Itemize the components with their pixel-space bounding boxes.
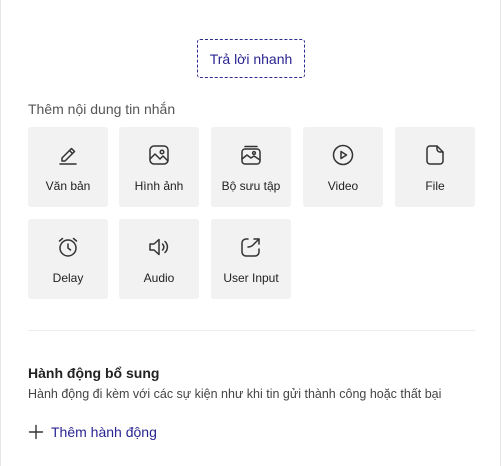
- tile-video[interactable]: Video: [303, 127, 383, 207]
- pencil-icon: [56, 143, 80, 167]
- content-section-label: Thêm nội dung tin nhắn: [28, 101, 176, 117]
- tile-label: User Input: [223, 271, 279, 285]
- tile-label: Audio: [143, 271, 175, 285]
- tile-label: Bộ sưu tập: [221, 179, 281, 193]
- tile-delay[interactable]: Delay: [28, 219, 108, 299]
- tile-label: Văn bản: [45, 179, 91, 193]
- add-action-button[interactable]: Thêm hành động: [28, 422, 157, 442]
- section-divider: [28, 330, 475, 331]
- tile-gallery[interactable]: Bộ sưu tập: [211, 127, 291, 207]
- plus-icon: [28, 424, 44, 440]
- alarm-clock-icon: [56, 235, 80, 259]
- image-icon: [147, 143, 171, 167]
- tile-label: Delay: [52, 271, 84, 285]
- video-play-icon: [331, 143, 355, 167]
- tile-user-input[interactable]: User Input: [211, 219, 291, 299]
- tile-image[interactable]: Hình ảnh: [119, 127, 199, 207]
- tile-label: Video: [327, 179, 359, 193]
- file-icon: [423, 143, 447, 167]
- tile-audio[interactable]: Audio: [119, 219, 199, 299]
- extra-actions-description: Hành động đi kèm với các sự kiện như khi…: [28, 387, 442, 401]
- panel-frame: Trả lời nhanh Thêm nội dung tin nhắn Văn…: [0, 0, 501, 466]
- tile-label: Hình ảnh: [134, 179, 184, 193]
- extra-actions-title: Hành động bổ sung: [28, 365, 160, 381]
- tile-file[interactable]: File: [395, 127, 475, 207]
- tile-label: File: [425, 179, 445, 193]
- gallery-icon: [239, 143, 263, 167]
- speaker-icon: [147, 235, 171, 259]
- share-arrow-icon: [239, 235, 263, 259]
- tile-text[interactable]: Văn bản: [28, 127, 108, 207]
- add-action-label: Thêm hành động: [51, 424, 157, 440]
- quick-reply-button[interactable]: Trả lời nhanh: [197, 39, 305, 78]
